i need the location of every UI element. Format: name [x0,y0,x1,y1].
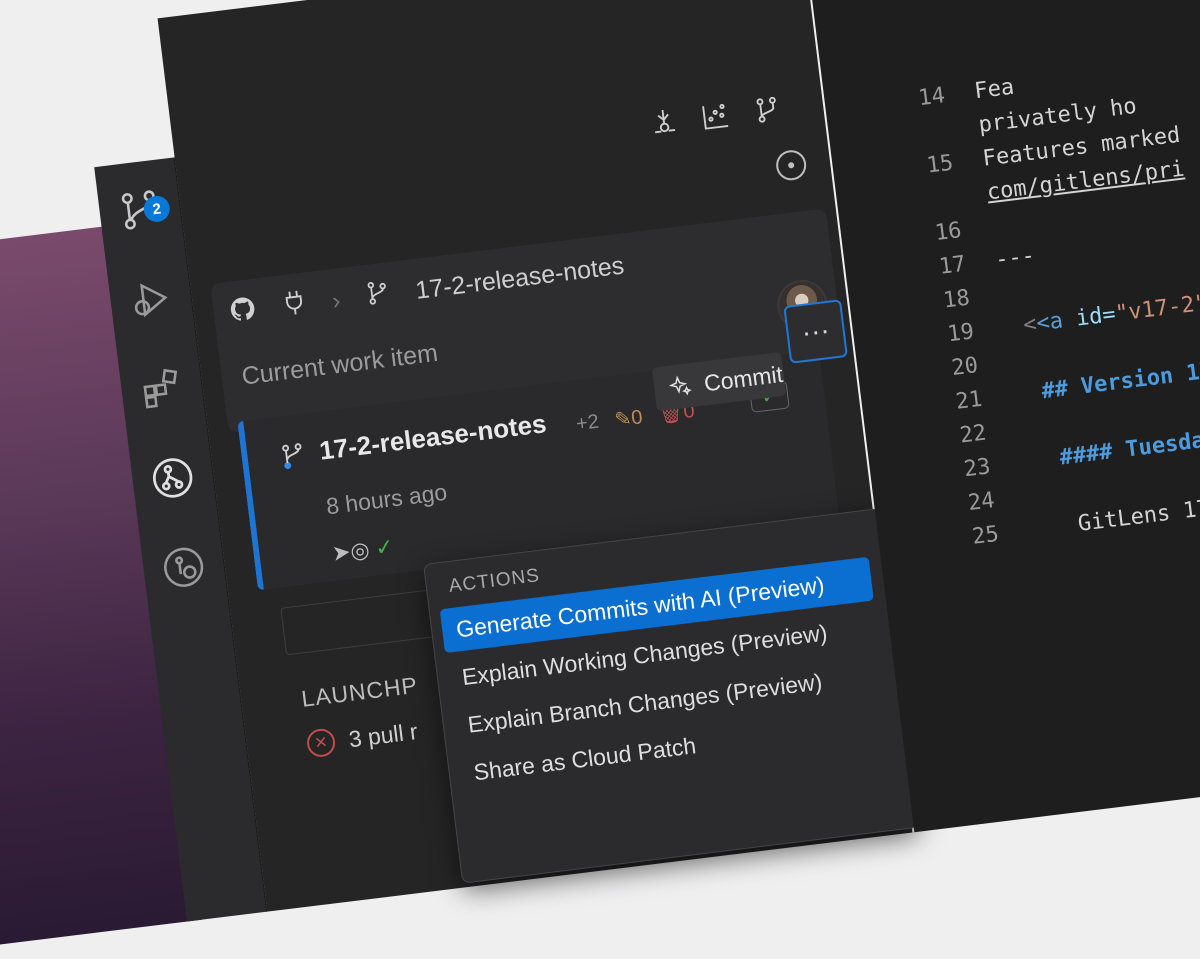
extensions-icon[interactable] [131,357,193,419]
line-number: 14 [916,83,947,112]
gitlens-icon[interactable] [141,447,203,509]
more-actions-button[interactable]: ··· [783,299,848,364]
code-line: GitLens 17. [1076,494,1200,537]
code-line: --- [993,243,1037,273]
github-icon[interactable] [227,294,259,332]
status-circle-icon[interactable] [774,148,808,182]
edits-count: 0 [630,406,644,430]
line-number: 19 [945,319,976,348]
code-line: <<a id="v17-2">< [1022,287,1200,338]
target-icon: ➤◎ [330,536,371,567]
plug-icon[interactable] [279,287,311,325]
line-number: 18 [941,285,972,314]
line-number: 21 [954,386,984,415]
vscode-window: 2 › 17-2-release-notes Current work item… [0,0,1200,959]
branch-icon [282,443,302,470]
menu-heading: ACTIONS [447,565,542,598]
commit-button-label: Commit [702,360,785,396]
edits-stat: ✎0 [613,406,644,432]
run-debug-icon[interactable] [120,268,182,330]
code-line: Fea [973,74,1016,105]
current-work-label: Current work item [240,338,440,391]
launchpad-heading[interactable]: LAUNCHP [300,672,419,713]
check-ok-icon: ✓ [373,533,396,561]
pull-requests-row[interactable]: ✕ 3 pull r [305,717,419,759]
line-number: 23 [962,454,992,483]
commit-graph-icon[interactable] [699,99,733,137]
code-token: id= [1061,301,1118,334]
branch-name: 17-2-release-notes [317,408,548,466]
branch-merge-icon[interactable] [647,106,681,144]
last-modified-time: 8 hours ago [324,478,449,520]
line-number: 16 [933,218,963,247]
sparkle-icon [668,375,692,396]
code-token: <a [1035,308,1065,337]
line-number: 17 [937,251,968,280]
line-number: 15 [925,150,955,179]
line-number: 20 [950,353,980,382]
pull-requests-label: 3 pull r [347,717,419,752]
error-icon: ✕ [305,727,337,759]
line-number: 25 [970,521,1001,550]
pr-status: ➤◎ ✓ [331,534,396,567]
gitlens-inspect-icon[interactable] [152,536,214,598]
code-heading: #### Tuesday [1058,426,1200,471]
code-heading: ## Version 17. [1040,356,1200,405]
additions-count: +2 [574,410,601,436]
code-token: "v17-2" [1113,290,1200,327]
breadcrumb-chevron-icon: › [330,286,342,315]
actions-dropdown-menu: ACTIONS Generate Commits with AI (Previe… [423,508,919,884]
line-number: 24 [966,488,997,517]
branch-icon [362,277,394,315]
panel-toolbar [647,93,784,144]
breadcrumb-branch-name[interactable]: 17-2-release-notes [414,251,626,305]
line-number: 22 [958,420,988,449]
branches-icon[interactable] [751,93,785,131]
